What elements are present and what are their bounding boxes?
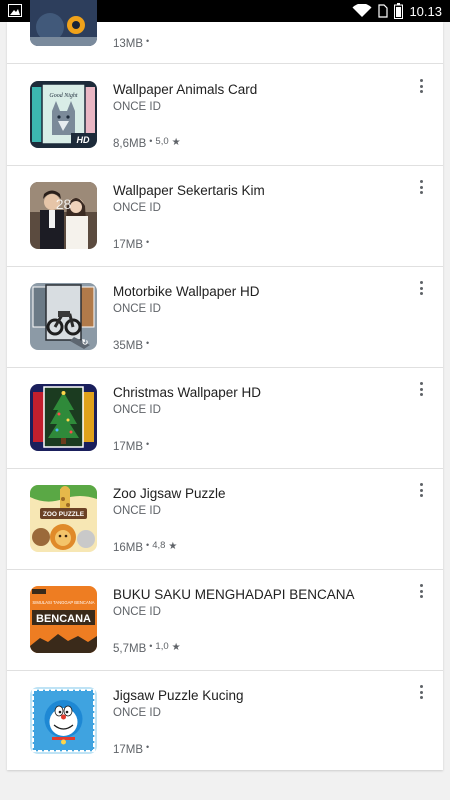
- wifi-icon: [352, 4, 372, 17]
- meta-separator: •: [146, 237, 150, 247]
- more-options-icon[interactable]: [417, 79, 425, 95]
- app-size: 13MB: [113, 38, 144, 50]
- list-item-zoo-jigsaw-puzzle[interactable]: ZOO PUZZLE Zoo Jigsaw Puzzle ONCE ID 16M…: [7, 469, 443, 570]
- app-title[interactable]: Jigsaw Puzzle Kucing: [113, 688, 244, 703]
- app-size: 16MB: [113, 542, 144, 554]
- christmas-tree-thumbnail: [30, 384, 97, 451]
- thumbnail-sign: ZOO PUZZLE: [43, 511, 85, 518]
- meta-separator: •: [146, 439, 150, 449]
- bencana-thumbnail: SIMULASI TANGGAP BENCANA BENCANA: [30, 586, 97, 653]
- app-list-card: 13MB • HD Good Night Wallpaper Animals C…: [7, 0, 443, 772]
- partial-meta: 13MB •: [113, 36, 150, 50]
- app-size: 17MB: [113, 441, 144, 453]
- svg-text:↻: ↻: [82, 338, 89, 347]
- app-rating: 4,8: [152, 540, 166, 551]
- app-developer[interactable]: ONCE ID: [113, 606, 161, 618]
- star-icon: ★: [171, 137, 181, 148]
- zoo-puzzle-thumbnail: ZOO PUZZLE: [30, 485, 97, 552]
- list-item-christmas-wallpaper-hd[interactable]: Christmas Wallpaper HD ONCE ID 17MB •: [7, 368, 443, 469]
- list-item-buku-saku-menghadapi-bencana[interactable]: SIMULASI TANGGAP BENCANA BENCANA BUKU SA…: [7, 570, 443, 671]
- app-developer[interactable]: ONCE ID: [113, 404, 161, 416]
- more-options-icon[interactable]: [417, 180, 425, 196]
- app-title[interactable]: Motorbike Wallpaper HD: [113, 284, 260, 299]
- app-meta: 17MB •: [113, 742, 150, 756]
- more-options-icon[interactable]: [417, 281, 425, 297]
- star-icon: ★: [171, 642, 181, 653]
- app-title[interactable]: Wallpaper Sekertaris Kim: [113, 183, 265, 198]
- meta-separator: •: [146, 338, 150, 348]
- meta-separator: •: [146, 742, 150, 752]
- image-notification-icon: [8, 4, 22, 17]
- meta-separator: •: [146, 540, 150, 550]
- app-size: 17MB: [113, 744, 144, 756]
- list-item-motorbike-wallpaper-hd[interactable]: ↻ Motorbike Wallpaper HD ONCE ID 35MB •: [7, 267, 443, 368]
- sim-icon: [378, 4, 389, 18]
- list-item-jigsaw-puzzle-kucing[interactable]: Jigsaw Puzzle Kucing ONCE ID 17MB •: [7, 671, 443, 772]
- app-meta: 5,7MB • 1,0 ★: [113, 641, 181, 655]
- app-meta: 17MB •: [113, 439, 150, 453]
- partial-thumbnail: [30, 0, 97, 46]
- app-title[interactable]: BUKU SAKU MENGHADAPI BENCANA: [113, 587, 355, 602]
- app-developer[interactable]: ONCE ID: [113, 505, 161, 517]
- meta-separator: •: [149, 136, 153, 146]
- more-options-icon[interactable]: [417, 382, 425, 398]
- app-meta: 16MB • 4,8 ★: [113, 540, 178, 554]
- app-size: 8,6MB: [113, 138, 147, 150]
- thumbnail-clock: 28: [56, 196, 72, 212]
- more-options-icon[interactable]: [417, 483, 425, 499]
- list-item-partial[interactable]: 13MB •: [7, 0, 443, 64]
- app-title[interactable]: Zoo Jigsaw Puzzle: [113, 486, 226, 501]
- app-rating: 5,0: [155, 136, 169, 147]
- star-icon: ★: [168, 541, 178, 552]
- app-meta: 17MB •: [113, 237, 150, 251]
- doraemon-puzzle-thumbnail: [30, 687, 97, 754]
- app-meta: 8,6MB • 5,0 ★: [113, 136, 181, 150]
- list-item-wallpaper-animals-card[interactable]: HD Good Night Wallpaper Animals Card ONC…: [7, 65, 443, 166]
- app-size: 5,7MB: [113, 643, 147, 655]
- meta-separator: •: [149, 641, 153, 651]
- more-options-icon[interactable]: [417, 584, 425, 600]
- wolf-good-night-thumbnail: HD Good Night: [30, 81, 97, 148]
- app-title[interactable]: Christmas Wallpaper HD: [113, 385, 261, 400]
- app-developer[interactable]: ONCE ID: [113, 202, 161, 214]
- status-time: 10.13: [409, 3, 442, 19]
- more-options-icon[interactable]: [417, 685, 425, 701]
- app-rating: 1,0: [155, 641, 169, 652]
- status-icons: 10.13: [352, 2, 442, 20]
- app-size: 35MB: [113, 340, 144, 352]
- thumbnail-header: SIMULASI TANGGAP BENCANA: [32, 600, 94, 605]
- app-size: 17MB: [113, 239, 144, 251]
- app-meta: 35MB •: [113, 338, 150, 352]
- app-developer[interactable]: ONCE ID: [113, 303, 161, 315]
- thumbnail-badge: HD: [77, 135, 90, 145]
- app-developer[interactable]: ONCE ID: [113, 707, 161, 719]
- meta-separator: •: [146, 36, 150, 46]
- app-developer[interactable]: ONCE ID: [113, 101, 161, 113]
- motorbike-thumbnail: ↻: [30, 283, 97, 350]
- app-title[interactable]: Wallpaper Animals Card: [113, 82, 257, 97]
- thumbnail-greeting: Good Night: [49, 93, 78, 99]
- battery-icon: [394, 3, 404, 19]
- list-item-wallpaper-sekertaris-kim[interactable]: 28 Wallpaper Sekertaris Kim ONCE ID 17MB…: [7, 166, 443, 267]
- thumbnail-title: BENCANA: [36, 613, 91, 625]
- couple-photo-thumbnail: 28: [30, 182, 97, 249]
